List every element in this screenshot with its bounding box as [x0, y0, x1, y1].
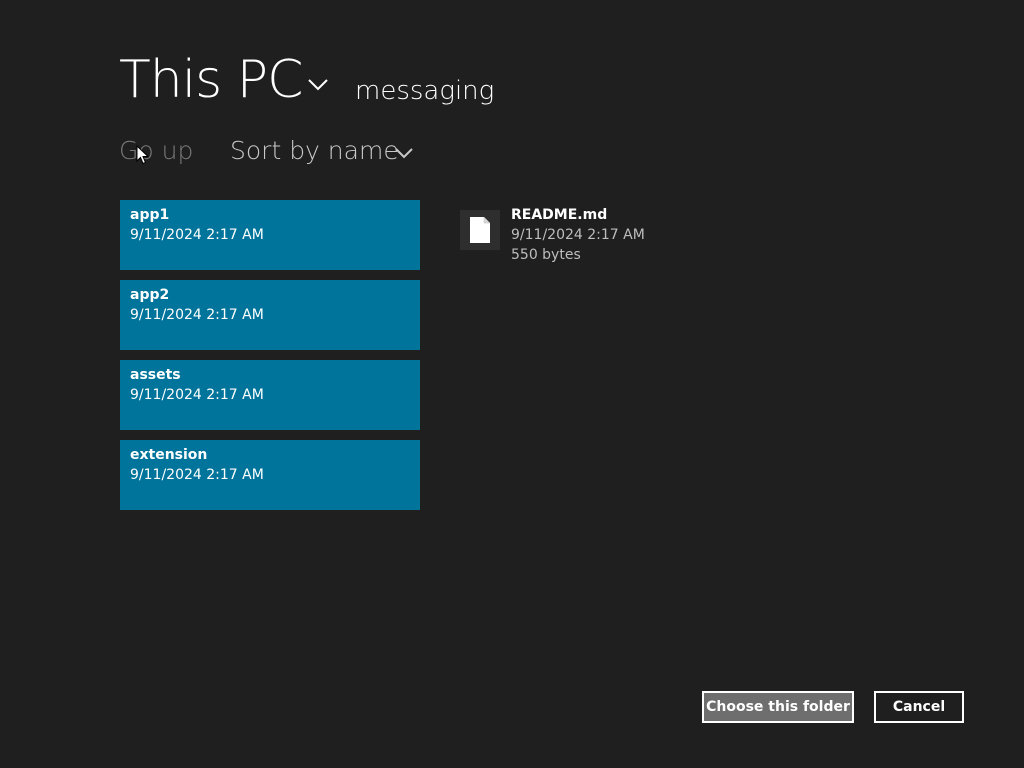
folder-modified-date: 9/11/2024 2:17 AM [130, 307, 264, 323]
choose-this-folder-button[interactable]: Choose this folder [702, 691, 854, 723]
go-up-button[interactable]: Go up [119, 134, 193, 168]
location-title: This PC [119, 50, 303, 110]
current-folder-label: messaging [355, 76, 495, 106]
location-chevron-down-icon[interactable] [307, 76, 329, 92]
folder-tile-extension[interactable]: extension 9/11/2024 2:17 AM [120, 440, 420, 510]
folder-name: extension [130, 447, 208, 463]
sort-chevron-down-icon[interactable] [394, 146, 414, 160]
folder-tile-assets[interactable]: assets 9/11/2024 2:17 AM [120, 360, 420, 430]
folder-modified-date: 9/11/2024 2:17 AM [130, 387, 264, 403]
folder-name: assets [130, 367, 181, 383]
folder-modified-date: 9/11/2024 2:17 AM [130, 467, 264, 483]
folder-tile-app2[interactable]: app2 9/11/2024 2:17 AM [120, 280, 420, 350]
file-size: 550 bytes [511, 247, 581, 263]
document-icon [460, 210, 500, 250]
cancel-button[interactable]: Cancel [874, 691, 964, 723]
sort-by-name-button[interactable]: Sort by name [230, 134, 399, 168]
file-modified-date: 9/11/2024 2:17 AM [511, 227, 645, 243]
folder-name: app1 [130, 207, 170, 223]
folder-name: app2 [130, 287, 170, 303]
folder-picker: This PC messaging Go up Sort by name app… [0, 0, 1024, 768]
file-name: README.md [511, 207, 608, 223]
folder-modified-date: 9/11/2024 2:17 AM [130, 227, 264, 243]
folder-tile-app1[interactable]: app1 9/11/2024 2:17 AM [120, 200, 420, 270]
file-item-readme[interactable]: README.md 9/11/2024 2:17 AM 550 bytes [460, 200, 720, 270]
